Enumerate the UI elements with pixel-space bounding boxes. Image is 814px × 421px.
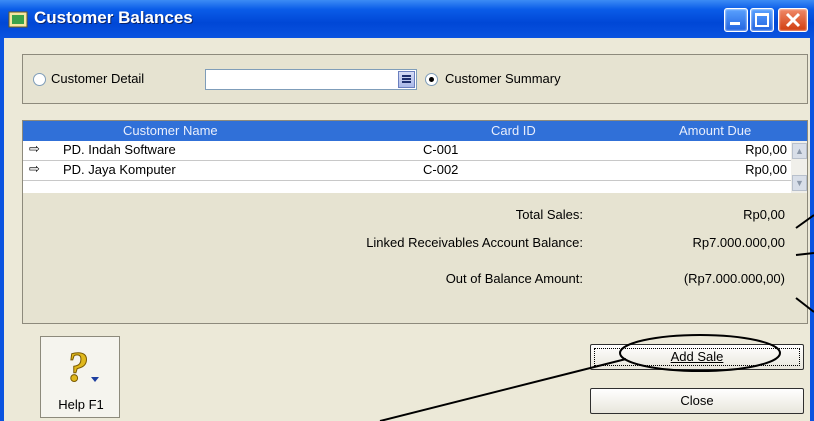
column-customer-name[interactable]: Customer Name (123, 123, 218, 138)
close-button[interactable]: Close (590, 388, 804, 414)
customer-summary-radio[interactable] (425, 73, 438, 86)
customer-balances-window: Customer Balances Customer Detail Custom… (0, 0, 814, 421)
column-amount-due[interactable]: Amount Due (679, 123, 751, 138)
customer-list-panel: Customer Name Card ID Amount Due ⇨ PD. I… (22, 120, 808, 324)
minimize-icon (730, 22, 740, 25)
customer-combo[interactable] (205, 69, 417, 90)
combo-dropdown-button[interactable] (398, 71, 415, 88)
customer-detail-radio[interactable] (33, 73, 46, 86)
customer-detail-text: Customer Detail (51, 71, 145, 86)
customer-detail-label[interactable]: Customer Detail (51, 71, 144, 86)
customer-summary-text: Customer Summary (445, 71, 561, 86)
linked-balance-label: Linked Receivables Account Balance: (366, 235, 583, 250)
scroll-up-icon[interactable]: ▲ (792, 143, 807, 159)
scroll-down-icon[interactable]: ▼ (792, 175, 807, 191)
customer-list: ⇨ PD. Indah Software C-001 Rp0,00 ⇨ PD. … (23, 141, 791, 193)
out-of-balance-value: (Rp7.000.000,00) (683, 271, 785, 286)
app-icon (8, 11, 28, 28)
amount-due-cell: Rp0,00 (745, 142, 787, 157)
out-of-balance-label: Out of Balance Amount: (445, 271, 583, 286)
help-icon: ? (67, 345, 99, 387)
table-row[interactable]: ⇨ PD. Jaya Komputer C-002 Rp0,00 (23, 161, 791, 181)
list-header: Customer Name Card ID Amount Due (23, 121, 807, 141)
amount-due-cell: Rp0,00 (745, 162, 787, 177)
maximize-button[interactable] (750, 8, 774, 32)
customer-name-cell: PD. Indah Software (63, 142, 176, 157)
help-label: Help F1 (58, 397, 104, 412)
close-button-label: Close (680, 393, 714, 408)
customer-name-cell: PD. Jaya Komputer (63, 162, 176, 177)
total-sales-label: Total Sales: (515, 207, 583, 222)
window-title: Customer Balances (34, 8, 193, 27)
dialog-body: Customer Detail Customer Summary Custome… (4, 38, 810, 421)
dropdown-icon (402, 75, 411, 83)
card-id-cell: C-001 (423, 142, 459, 157)
total-sales-value: Rp0,00 (743, 207, 785, 222)
close-window-button[interactable] (778, 8, 808, 32)
svg-text:?: ? (67, 345, 88, 387)
row-arrow-icon[interactable]: ⇨ (29, 161, 40, 177)
close-icon (785, 12, 801, 28)
help-button[interactable]: ? Help F1 (40, 336, 120, 418)
view-options-panel: Customer Detail Customer Summary (22, 54, 808, 104)
minimize-button[interactable] (724, 8, 748, 32)
column-card-id[interactable]: Card ID (491, 123, 536, 138)
row-arrow-icon[interactable]: ⇨ (29, 141, 40, 157)
focus-rectangle (594, 348, 800, 366)
customer-summary-label[interactable]: Customer Summary (445, 71, 561, 86)
add-sale-button[interactable]: Add Sale (590, 344, 804, 370)
linked-balance-value: Rp7.000.000,00 (692, 235, 785, 250)
title-bar[interactable]: Customer Balances (0, 0, 814, 38)
list-scrollbar[interactable]: ▲ ▼ (791, 141, 807, 193)
card-id-cell: C-002 (423, 162, 459, 177)
table-row[interactable]: ⇨ PD. Indah Software C-001 Rp0,00 (23, 141, 791, 161)
maximize-icon (755, 13, 769, 27)
